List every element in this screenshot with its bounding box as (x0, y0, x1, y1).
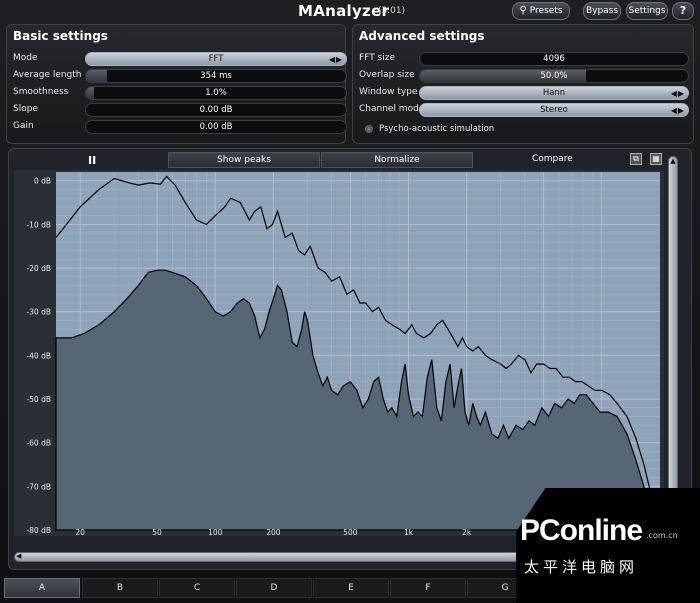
overlap-size-value: 50.0% (540, 71, 568, 81)
spectrum-graph[interactable]: 0 dB -10 dB -20 dB -30 dB -40 dB -50 dB -60 dB… (14, 170, 664, 536)
presets-label: Presets (529, 6, 563, 16)
watermark-subtitle: 太平洋电脑网 (524, 558, 639, 576)
gain-slider[interactable]: 0.00 dB (85, 120, 347, 134)
average-length-fill (86, 70, 107, 82)
copy-icon[interactable]: ⧉ (630, 153, 642, 165)
x-tick-label: 100 (208, 528, 223, 536)
help-button[interactable]: ? (672, 2, 694, 20)
smoothness-label: Smoothness (13, 87, 69, 97)
y-tick-label: -20 dB (26, 264, 51, 273)
average-length-row: Average length 354 ms (13, 69, 347, 83)
presets-button[interactable]: ⚲ Presets (512, 2, 570, 20)
fft-size-label: FFT size (359, 53, 396, 63)
gain-value: 0.00 dB (199, 122, 233, 132)
fft-size-slider[interactable]: 4096 (419, 52, 689, 66)
window-type-row: Window type Hann ◀▶ (359, 86, 691, 100)
average-length-slider[interactable]: 354 ms (85, 69, 347, 83)
gain-label: Gain (13, 121, 34, 131)
gain-row: Gain 0.00 dB (13, 120, 347, 134)
window-type-label: Window type (359, 87, 418, 97)
y-tick-label: -30 dB (26, 308, 51, 317)
watermark-domain: .com.cn (646, 531, 678, 540)
x-tick-label: 2k (462, 528, 472, 536)
channel-mode-row: Channel mode Stereo ◀▶ (359, 103, 691, 117)
x-tick-label: 20 (75, 528, 85, 536)
settings-button[interactable]: Settings (626, 2, 668, 20)
mode-value: FFT (208, 54, 224, 64)
title-bar: MAnalyzer (3.01) ⚲ Presets Bypass Setting… (0, 0, 700, 22)
y-tick-label: -40 dB (26, 351, 51, 360)
window-type-value: Hann (542, 88, 566, 98)
smoothness-fill (86, 87, 94, 99)
bypass-button[interactable]: Bypass (583, 2, 621, 20)
slot-b[interactable]: B (82, 578, 158, 598)
analyzer-toolbar: II Show peaks Normalize Compare ⧉ ▦ (8, 152, 668, 168)
mode-label: Mode (13, 53, 38, 63)
scroll-up-icon[interactable]: ▲ (669, 157, 677, 165)
scroll-left-icon[interactable]: ◀ (16, 552, 21, 560)
window-type-select[interactable]: Hann ◀▶ (419, 86, 689, 100)
channel-mode-select[interactable]: Stereo ◀▶ (419, 103, 689, 117)
y-tick-label: -70 dB (26, 482, 51, 491)
average-length-value: 354 ms (200, 71, 232, 81)
channel-mode-arrows-icon[interactable]: ◀▶ (671, 105, 685, 116)
watermark-logo: PConline (520, 514, 643, 547)
smoothness-slider[interactable]: 1.0% (85, 86, 347, 100)
x-tick-label: 50 (152, 528, 162, 536)
advanced-settings-panel: Advanced settings FFT size 4096 Overlap … (352, 24, 694, 144)
slope-label: Slope (13, 104, 38, 114)
x-tick-label: 1k (404, 528, 414, 536)
basic-settings-panel: Basic settings Mode FFT ◀▶ Average lengt… (6, 24, 347, 144)
advanced-settings-title: Advanced settings (359, 29, 485, 43)
mode-select[interactable]: FFT ◀▶ (85, 52, 347, 66)
pause-button[interactable]: II (88, 154, 96, 167)
y-tick-label: -10 dB (26, 220, 51, 229)
overlap-size-row: Overlap size 50.0% (359, 69, 691, 83)
smoothness-row: Smoothness 1.0% (13, 86, 347, 100)
window-type-arrows-icon[interactable]: ◀▶ (671, 88, 685, 99)
show-peaks-button[interactable]: Show peaks (168, 152, 320, 168)
compare-button[interactable]: Compare (532, 154, 573, 164)
psycho-acoustic-label: Psycho-acoustic simulation (379, 124, 495, 134)
normalize-button[interactable]: Normalize (321, 152, 473, 168)
x-tick-label: 200 (266, 528, 281, 536)
channel-mode-value: Stereo (540, 105, 568, 115)
y-tick-label: -80 dB (26, 526, 51, 535)
smoothness-value: 1.0% (205, 88, 227, 98)
slot-e[interactable]: E (313, 578, 389, 598)
app-version: (3.01) (378, 6, 406, 16)
overlap-size-slider[interactable]: 50.0% (419, 69, 689, 83)
y-tick-label: -60 dB (26, 439, 51, 448)
psycho-acoustic-radio[interactable] (365, 125, 373, 133)
y-tick-label: 0 dB (34, 177, 51, 186)
fft-size-value: 4096 (543, 54, 565, 64)
mode-arrows-icon[interactable]: ◀▶ (329, 54, 343, 65)
slope-row: Slope 0.00 dB (13, 103, 347, 117)
slot-d[interactable]: D (236, 578, 312, 598)
channel-mode-label: Channel mode (359, 104, 425, 114)
basic-settings-title: Basic settings (13, 29, 108, 43)
y-tick-label: -50 dB (26, 395, 51, 404)
x-tick-label: 500 (343, 528, 358, 536)
slope-value: 0.00 dB (199, 105, 233, 115)
fft-size-row: FFT size 4096 (359, 52, 691, 66)
app-title: MAnalyzer (298, 2, 390, 20)
average-length-label: Average length (13, 70, 82, 80)
overlap-size-label: Overlap size (359, 70, 415, 80)
analyzer-window: MAnalyzer (3.01) ⚲ Presets Bypass Setting… (0, 0, 700, 603)
slope-slider[interactable]: 0.00 dB (85, 103, 347, 117)
slot-a[interactable]: A (4, 578, 80, 598)
slot-f[interactable]: F (390, 578, 466, 598)
mode-row: Mode FFT ◀▶ (13, 52, 347, 66)
paste-icon[interactable]: ▦ (650, 153, 662, 165)
slot-c[interactable]: C (159, 578, 235, 598)
search-icon: ⚲ (519, 5, 527, 16)
